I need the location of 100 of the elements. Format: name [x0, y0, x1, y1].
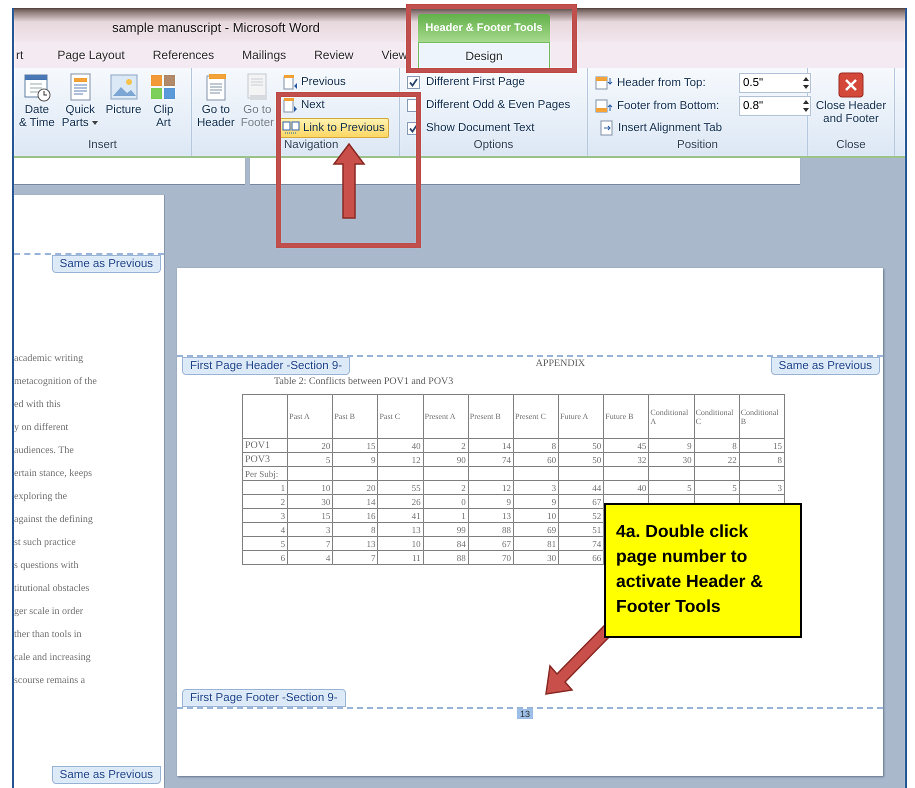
spinner-arrows-icon[interactable] [802, 99, 810, 113]
table-cell: 40 [604, 480, 649, 494]
column-header: Present C [513, 394, 559, 438]
document-text-line: academic writing [14, 352, 84, 366]
table-cell: 4 [242, 522, 288, 536]
same-as-previous-tag: Same as Previous [52, 255, 161, 273]
document-text-line: scourse remains a [14, 674, 86, 688]
checkbox-label: Show Document Text [426, 122, 534, 134]
group-label: Close [835, 139, 867, 153]
spin-field[interactable]: 0.8" [739, 96, 811, 116]
contextual-tab-group: Header & Footer Tools [418, 14, 550, 42]
table-cell: 69 [513, 522, 559, 536]
table-cell: 0 [423, 494, 468, 508]
close-button[interactable]: Close Header and Footer [814, 72, 888, 139]
ribbon-button[interactable]: Picture [104, 72, 144, 139]
group-label: Position [676, 139, 719, 153]
margin-icon [595, 76, 613, 90]
table-cell: 20 [332, 480, 378, 494]
table-cell: 12 [468, 480, 514, 494]
table-cell: 9 [513, 494, 559, 508]
table-cell: 5 [694, 480, 740, 494]
field-label: Header from Top: [617, 77, 707, 89]
table-cell: 3 [739, 480, 784, 494]
table-cell: 13 [468, 508, 514, 522]
ribbon-button[interactable]: Go to Header [195, 72, 237, 139]
ribbon-button[interactable]: Date & Time [17, 72, 57, 139]
document-text-line: against the defining [14, 513, 94, 527]
document-text-line: y on different [14, 421, 70, 435]
document-text-line: cale and increasing [14, 651, 92, 665]
table-cell: 67 [558, 494, 604, 508]
column-header: Future B [604, 394, 649, 438]
table-cell: 13 [332, 536, 378, 550]
ribbon-tab[interactable]: rt [14, 48, 44, 62]
column-header: Present B [468, 394, 514, 438]
table-cell: 88 [468, 522, 514, 536]
ribbon-button[interactable]: Quick Parts [60, 72, 101, 139]
table-cell: 15 [739, 438, 784, 452]
ribbon-button[interactable]: Next [278, 95, 389, 115]
table-cell: 50 [558, 438, 604, 452]
ribbon-button[interactable]: Clip Art [146, 72, 180, 139]
table-cell: 60 [513, 452, 559, 466]
document-text-line: audiences. The [14, 444, 75, 458]
table-cell: POV1 [242, 438, 288, 452]
table-cell: 88 [423, 550, 468, 564]
table-cell: 30 [648, 452, 694, 466]
table-caption: Table 2: Conflicts between POV1 and POV3 [274, 376, 454, 387]
ribbon-tab[interactable]: Page Layout [43, 48, 139, 62]
table-cell: 20 [288, 438, 333, 452]
table-cell: 16 [332, 508, 378, 522]
ribbon-tab[interactable]: Design [418, 42, 550, 68]
ribbon-tab[interactable]: Review [300, 48, 368, 62]
table-cell: 3 [513, 480, 559, 494]
ribbon-button[interactable]: Insert Alignment Tab [595, 118, 811, 138]
window-title: sample manuscript - Microsoft Word [111, 18, 321, 34]
document-text-line: metacognition of the [14, 375, 98, 389]
document-text-line: exploring the [14, 490, 68, 504]
table-cell: 8 [694, 438, 740, 452]
document-text-line: ed with this [14, 398, 62, 412]
ribbon-button[interactable]: Previous [278, 72, 389, 92]
table-cell: 30 [288, 494, 333, 508]
calendar-clock-icon [22, 72, 52, 102]
margin-icon [595, 99, 613, 113]
table-cell: 14 [468, 438, 514, 452]
table-cell: 5 [242, 536, 288, 550]
table-cell: 5 [648, 480, 694, 494]
table-cell: 50 [558, 452, 604, 466]
table-cell: 15 [288, 508, 333, 522]
page-number[interactable]: 13 [516, 709, 533, 719]
table-cell: 12 [378, 452, 424, 466]
table-cell: 10 [288, 480, 333, 494]
table-cell: 70 [468, 550, 514, 564]
table-cell: 30 [513, 550, 559, 564]
table-cell: 3 [242, 508, 288, 522]
document-text-line: ther than tools in [14, 628, 82, 642]
close-icon [838, 72, 864, 98]
ribbon-tab[interactable]: References [138, 48, 228, 62]
table-cell: 41 [378, 508, 424, 522]
column-header: Past B [332, 394, 378, 438]
table-cell: 26 [378, 494, 424, 508]
spin-field[interactable]: 0.5" [739, 73, 811, 93]
table-cell: 6 [242, 550, 288, 564]
table-cell: 11 [378, 550, 424, 564]
table-cell: POV3 [242, 452, 288, 466]
table-cell: 45 [604, 438, 649, 452]
column-header: Past A [288, 394, 333, 438]
group-label: Options [472, 139, 514, 153]
document-text-line: s questions with [14, 559, 80, 573]
spinner-arrows-icon[interactable] [802, 76, 810, 90]
same-as-previous-tag: Same as Previous [52, 766, 161, 784]
table-cell: 84 [423, 536, 468, 550]
link-pages-icon [282, 120, 300, 136]
document-text-line: ertain stance, keeps [14, 467, 94, 481]
table-cell: 15 [332, 438, 378, 452]
ribbon-tab[interactable]: Mailings [228, 48, 300, 62]
footer-section-tag: First Page Footer -Section 9- [182, 689, 346, 707]
table-cell: 1 [423, 508, 468, 522]
document-text-line: ger scale in order [14, 605, 84, 619]
checkbox[interactable] [407, 76, 420, 88]
table-cell: 2 [423, 438, 468, 452]
table-cell: 67 [468, 536, 514, 550]
